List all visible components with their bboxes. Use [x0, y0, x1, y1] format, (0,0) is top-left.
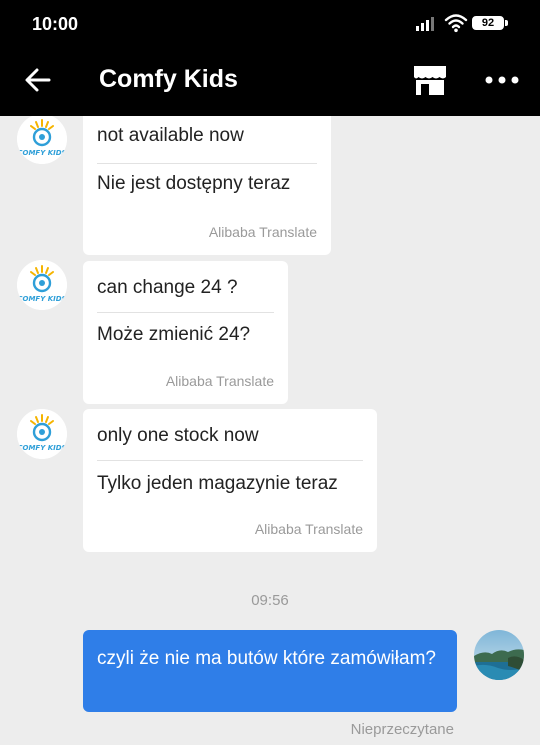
shop-avatar[interactable]: COMFY KIDS	[17, 260, 67, 310]
app-bar: Comfy Kids	[0, 48, 540, 116]
comfy-kids-logo-icon: COMFY KIDS	[17, 409, 67, 459]
signal-icon	[416, 17, 434, 31]
status-bar: 10:00 92	[0, 0, 540, 48]
translation-divider	[97, 163, 317, 164]
message-timestamp: 09:56	[251, 592, 289, 609]
battery-level: 92	[481, 17, 495, 29]
message-original: only one stock now	[97, 425, 259, 446]
message-bubble[interactable]: only one stock now Tylko jeden magazynie…	[83, 409, 377, 552]
translation-credit: Alibaba Translate	[254, 521, 363, 537]
wifi-icon	[444, 14, 468, 33]
store-icon[interactable]	[412, 64, 448, 96]
message-original: not available now	[97, 125, 244, 146]
translation-divider	[97, 312, 274, 313]
battery-icon: 92	[472, 16, 508, 32]
chat-area[interactable]: COMFY KIDS not available now Nie jest do…	[0, 116, 540, 745]
my-avatar[interactable]	[474, 630, 524, 680]
svg-text:COMFY KIDS: COMFY KIDS	[17, 149, 66, 157]
my-message-bubble[interactable]: czyli że nie ma butów które zamówiłam?	[83, 630, 457, 712]
read-status: Nieprzeczytane	[350, 721, 454, 738]
chat-title: Comfy Kids	[99, 65, 238, 93]
back-arrow-icon[interactable]	[24, 66, 52, 94]
svg-text:COMFY KIDS: COMFY KIDS	[17, 444, 66, 452]
translation-divider	[97, 460, 363, 461]
message-translation: Tylko jeden magazynie teraz	[97, 473, 338, 494]
message-original: can change 24 ?	[97, 277, 238, 298]
message-bubble[interactable]: not available now Nie jest dostępny tera…	[83, 116, 331, 255]
my-message-text: czyli że nie ma butów które zamówiłam?	[97, 648, 436, 669]
comfy-kids-logo-icon: COMFY KIDS	[17, 116, 67, 164]
shop-avatar[interactable]: COMFY KIDS	[17, 409, 67, 459]
translation-credit: Alibaba Translate	[208, 224, 317, 240]
comfy-kids-logo-icon: COMFY KIDS	[17, 260, 67, 310]
message-bubble[interactable]: can change 24 ? Może zmienić 24? Alibaba…	[83, 261, 288, 404]
message-translation: Może zmienić 24?	[97, 324, 251, 345]
svg-text:COMFY KIDS: COMFY KIDS	[17, 295, 66, 303]
translation-credit: Alibaba Translate	[165, 373, 274, 389]
more-options-icon[interactable]	[484, 70, 520, 90]
message-translation: Nie jest dostępny teraz	[97, 173, 291, 194]
status-time: 10:00	[32, 14, 79, 34]
landscape-photo-icon	[474, 630, 524, 680]
shop-avatar[interactable]: COMFY KIDS	[17, 116, 67, 164]
